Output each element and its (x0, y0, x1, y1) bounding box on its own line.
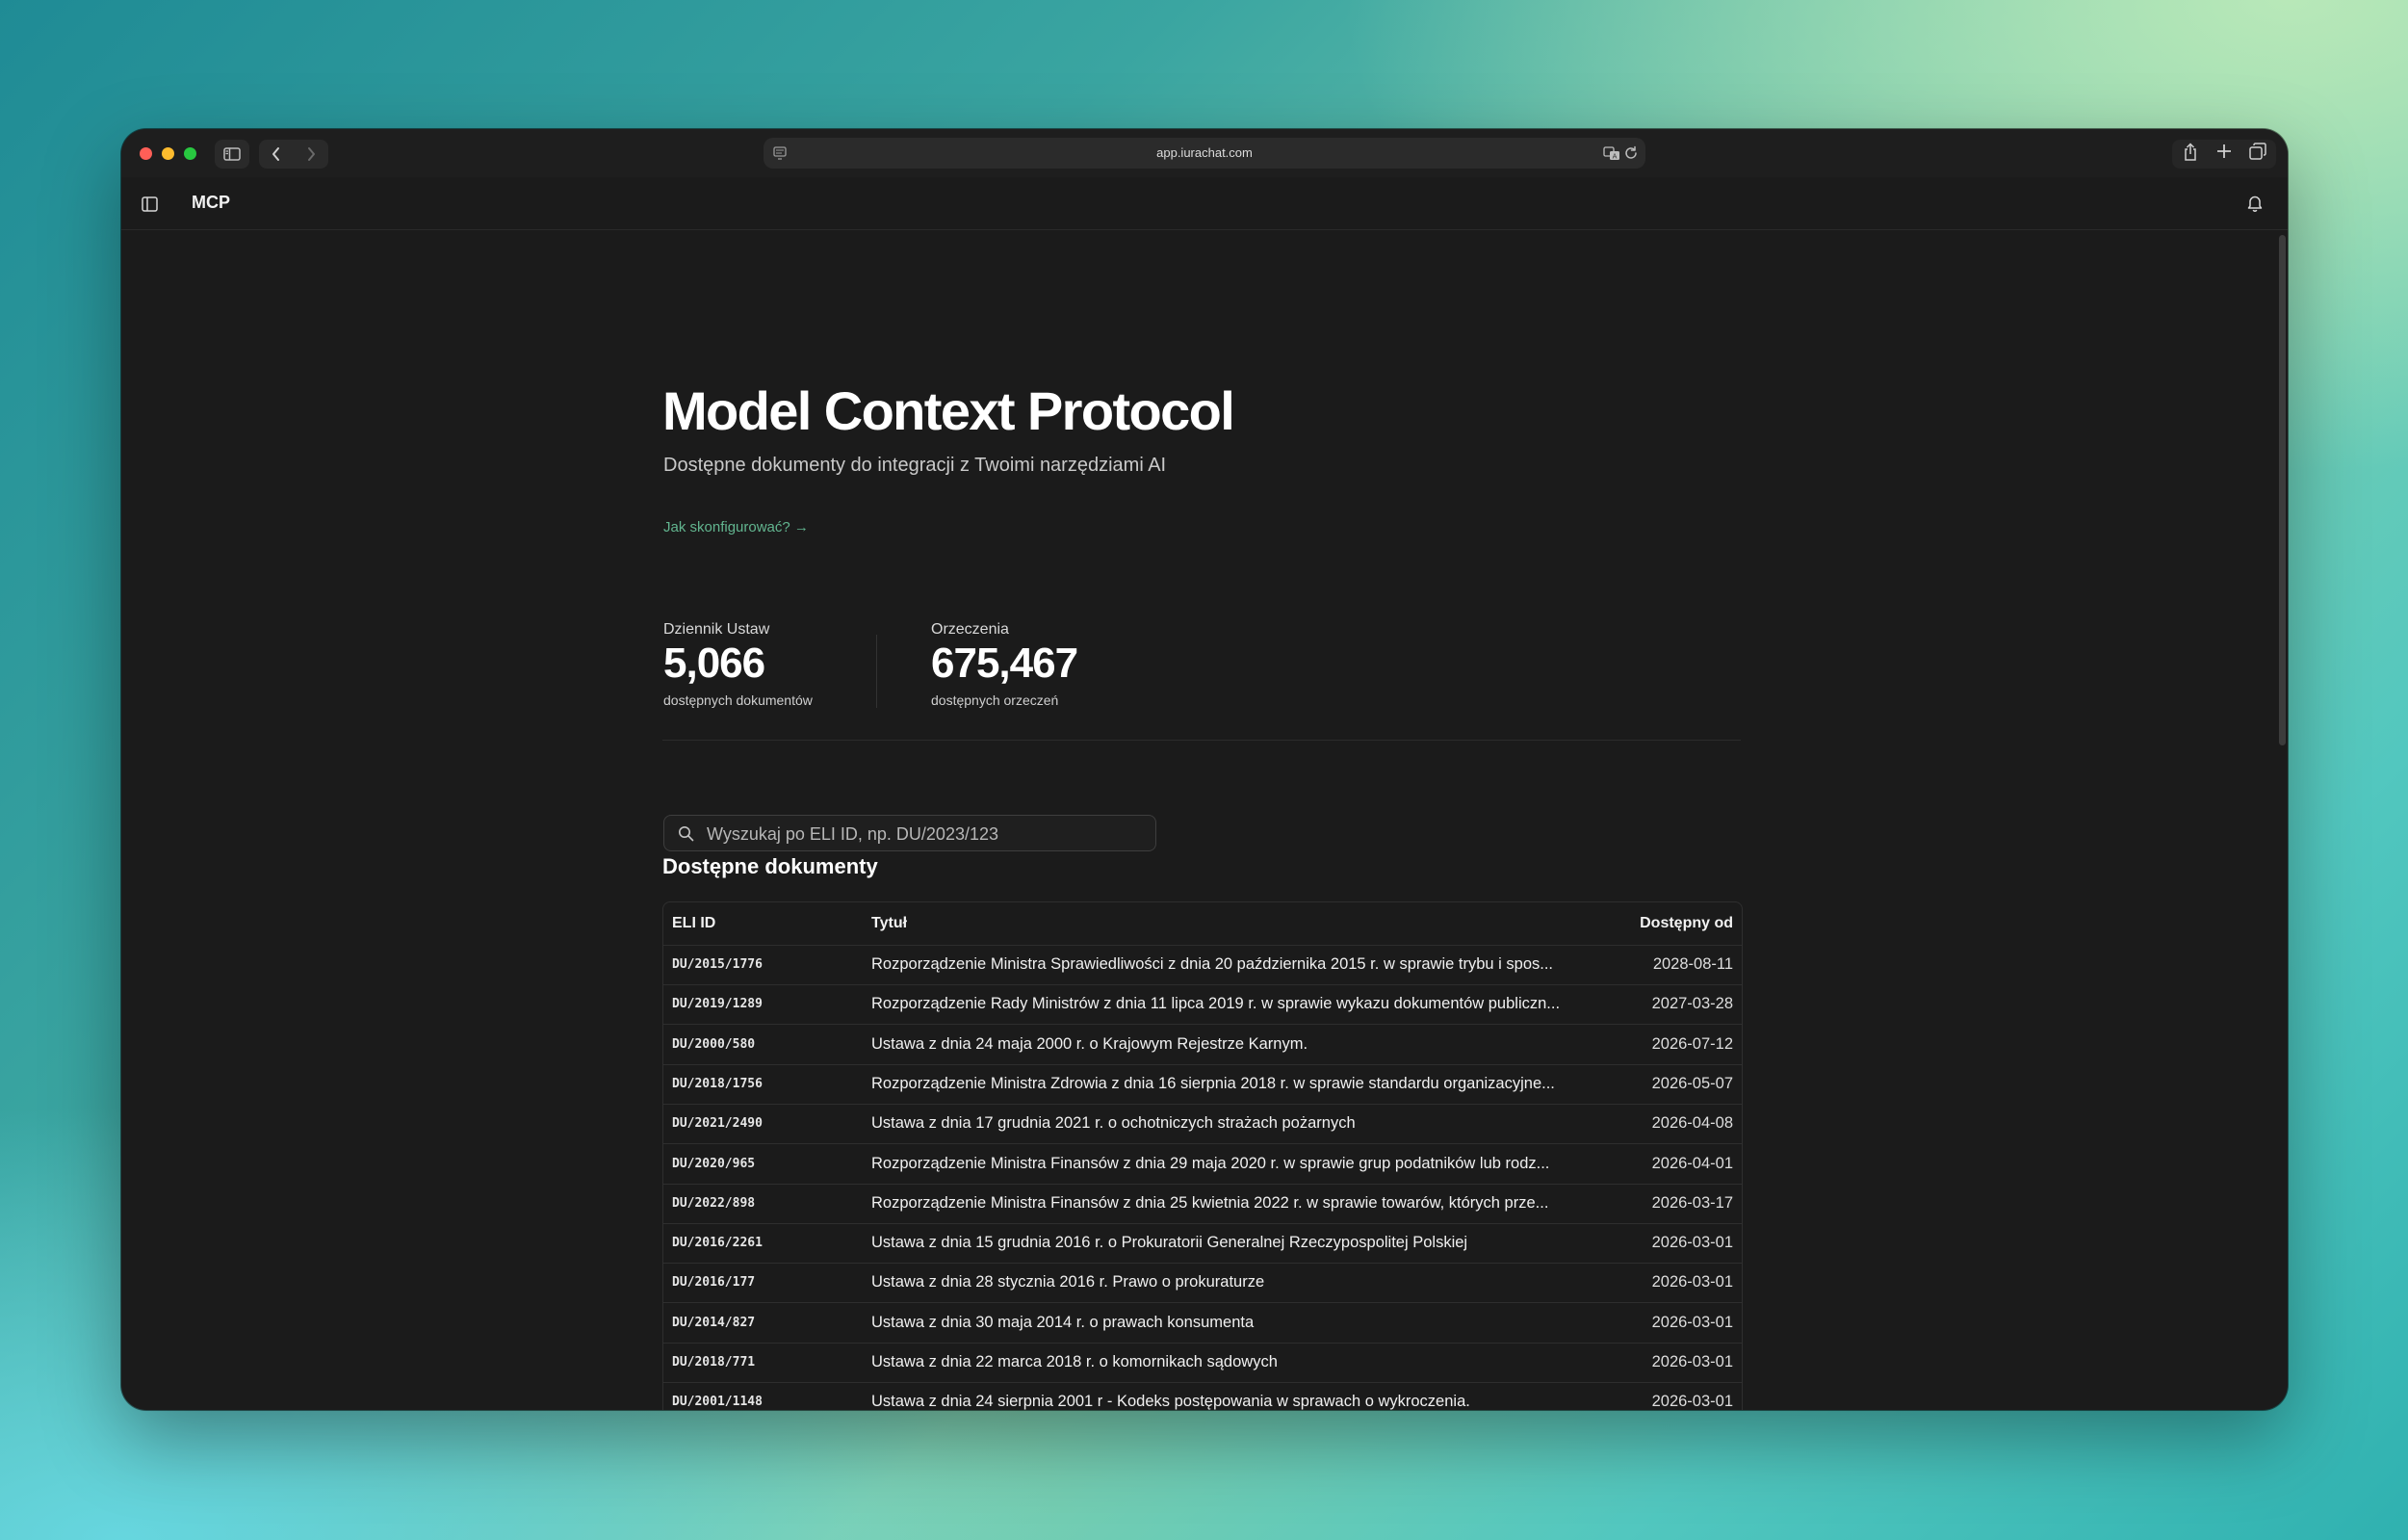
document-eli-id: DU/2022/898 (672, 1195, 756, 1211)
document-title: Rozporządzenie Rady Ministrów z dnia 11 … (871, 995, 1561, 1013)
document-title: Rozporządzenie Ministra Finansów z dnia … (871, 1154, 1550, 1172)
document-available-date: 2028-08-11 (1652, 955, 1733, 973)
document-available-date: 2026-03-01 (1651, 1234, 1733, 1252)
minimize-window-button[interactable] (162, 147, 174, 160)
document-available-date: 2026-03-01 (1651, 1393, 1733, 1410)
document-title: Ustawa z dnia 17 grudnia 2021 r. o ochot… (871, 1114, 1356, 1133)
browser-window: app.iurachat.com A MCP Model Context Pro… (121, 129, 2288, 1410)
document-eli-id: DU/2018/771 (672, 1355, 756, 1370)
document-title: Ustawa z dnia 30 maja 2014 r. o prawach … (871, 1313, 1255, 1331)
notifications-bell-icon[interactable] (2247, 195, 2263, 212)
search-box (663, 815, 1156, 852)
document-eli-id: DU/2019/1289 (672, 997, 763, 1012)
address-bar[interactable]: app.iurachat.com A (764, 138, 1645, 169)
table-row[interactable]: DU/2016/2261 Ustawa z dnia 15 grudnia 201… (663, 1223, 1742, 1265)
document-available-date: 2026-03-01 (1651, 1313, 1733, 1331)
document-available-date: 2026-03-01 (1651, 1353, 1733, 1370)
document-eli-id: DU/2001/1148 (672, 1395, 763, 1410)
search-icon (679, 826, 694, 842)
stat-dziennik-ustaw: Dziennik Ustaw 5,066 dostępnych dokument… (663, 621, 813, 708)
table-header-row: ELI ID Tytuł Dostępny od (663, 902, 1742, 946)
documents-table: ELI ID Tytuł Dostępny od DU/2015/1776 Roz… (662, 901, 1743, 1410)
main-content: Model Context Protocol Dostępne dokument… (121, 230, 2288, 1410)
app-header: MCP (121, 177, 2288, 230)
document-title: Ustawa z dnia 24 maja 2000 r. o Krajowym… (871, 1034, 1308, 1053)
back-icon[interactable] (271, 146, 282, 162)
document-title: Ustawa z dnia 28 stycznia 2016 r. Prawo … (871, 1273, 1265, 1292)
document-available-date: 2026-04-08 (1651, 1114, 1733, 1133)
stat-unit: dostępnych dokumentów (663, 692, 813, 708)
how-to-configure-link[interactable]: Jak skonfigurować? → (663, 519, 809, 535)
table-row[interactable]: DU/2022/898 Rozporządzenie Ministra Finan… (663, 1184, 1742, 1224)
column-header-title[interactable]: Tytuł (871, 902, 1603, 945)
document-eli-id: DU/2018/1756 (672, 1076, 763, 1091)
history-nav (259, 140, 328, 169)
documents-heading: Dostępne dokumenty (662, 854, 878, 878)
document-title: Rozporządzenie Ministra Zdrowia z dnia 1… (871, 1074, 1555, 1092)
zoom-window-button[interactable] (184, 147, 196, 160)
app-title: MCP (192, 193, 230, 212)
table-row[interactable]: DU/2001/1148 Ustawa z dnia 24 sierpnia 20… (663, 1382, 1742, 1410)
share-icon[interactable] (2183, 143, 2198, 162)
page-subtitle: Dostępne dokumenty do integracji z Twoim… (663, 455, 1167, 476)
tab-overview-icon[interactable] (2249, 143, 2266, 160)
stat-value: 675,467 (931, 639, 1078, 687)
document-available-date: 2026-03-01 (1651, 1273, 1733, 1292)
stat-label: Dziennik Ustaw (663, 621, 770, 638)
sidebar-toggle-button[interactable] (215, 140, 249, 169)
document-eli-id: DU/2015/1776 (672, 957, 763, 972)
document-available-date: 2026-07-12 (1651, 1034, 1733, 1053)
table-row[interactable]: DU/2018/771 Ustawa z dnia 22 marca 2018 r… (663, 1343, 1742, 1383)
sidebar-icon (223, 147, 241, 161)
stat-label: Orzeczenia (931, 621, 1009, 638)
table-row[interactable]: DU/2015/1776 Rozporządzenie Ministra Spra… (663, 945, 1742, 985)
document-eli-id: DU/2000/580 (672, 1036, 756, 1052)
stat-divider (876, 635, 877, 708)
stat-orzeczenia: Orzeczenia 675,467 dostępnych orzeczeń (931, 621, 1078, 708)
document-eli-id: DU/2020/965 (672, 1156, 756, 1171)
translate-icon[interactable]: A (1603, 145, 1620, 161)
table-row[interactable]: DU/2020/965 Rozporządzenie Ministra Finan… (663, 1144, 1742, 1185)
table-row[interactable]: DU/2014/827 Ustawa z dnia 30 maja 2014 r.… (663, 1303, 1742, 1344)
forward-icon[interactable] (305, 146, 317, 162)
document-eli-id: DU/2021/2490 (672, 1116, 763, 1132)
document-available-date: 2026-04-01 (1651, 1154, 1733, 1172)
column-header-eli-id[interactable]: ELI ID (672, 902, 715, 945)
document-available-date: 2026-05-07 (1651, 1074, 1733, 1092)
section-divider (662, 740, 1741, 741)
table-row[interactable]: DU/2019/1289 Rozporządzenie Rady Ministró… (663, 984, 1742, 1026)
stat-value: 5,066 (663, 639, 765, 687)
document-eli-id: DU/2014/827 (672, 1315, 756, 1330)
document-title: Ustawa z dnia 24 sierpnia 2001 r - Kodek… (871, 1393, 1470, 1410)
document-available-date: 2027-03-28 (1651, 995, 1733, 1013)
reload-icon[interactable] (1623, 145, 1639, 161)
document-title: Rozporządzenie Ministra Finansów z dnia … (871, 1193, 1549, 1212)
table-row[interactable]: DU/2021/2490 Ustawa z dnia 17 grudnia 202… (663, 1104, 1742, 1145)
browser-titlebar: app.iurachat.com A (121, 129, 2288, 177)
page-scrollbar[interactable] (2279, 235, 2286, 745)
document-eli-id: DU/2016/2261 (672, 1236, 763, 1251)
document-available-date: 2026-03-17 (1651, 1193, 1733, 1212)
svg-text:A: A (1613, 153, 1618, 161)
page-title: Model Context Protocol (662, 380, 1235, 441)
eli-search-input[interactable] (705, 816, 1142, 852)
document-title: Ustawa z dnia 15 grudnia 2016 r. o Proku… (871, 1234, 1468, 1252)
sidebar-toggle-icon[interactable] (142, 196, 158, 212)
document-eli-id: DU/2016/177 (672, 1275, 756, 1291)
column-header-available-from[interactable]: Dostępny od (1640, 902, 1733, 945)
table-row[interactable]: DU/2018/1756 Rozporządzenie Ministra Zdro… (663, 1064, 1742, 1105)
document-title: Ustawa z dnia 22 marca 2018 r. o komorni… (871, 1353, 1278, 1370)
table-row[interactable]: DU/2000/580 Ustawa z dnia 24 maja 2000 r.… (663, 1025, 1742, 1065)
stat-unit: dostępnych orzeczeń (931, 692, 1059, 708)
document-title: Rozporządzenie Ministra Sprawiedliwości … (871, 955, 1554, 973)
close-window-button[interactable] (140, 147, 152, 160)
table-row[interactable]: DU/2016/177 Ustawa z dnia 28 stycznia 201… (663, 1263, 1742, 1304)
url-text: app.iurachat.com (1156, 145, 1253, 160)
new-tab-icon[interactable] (2215, 143, 2233, 160)
